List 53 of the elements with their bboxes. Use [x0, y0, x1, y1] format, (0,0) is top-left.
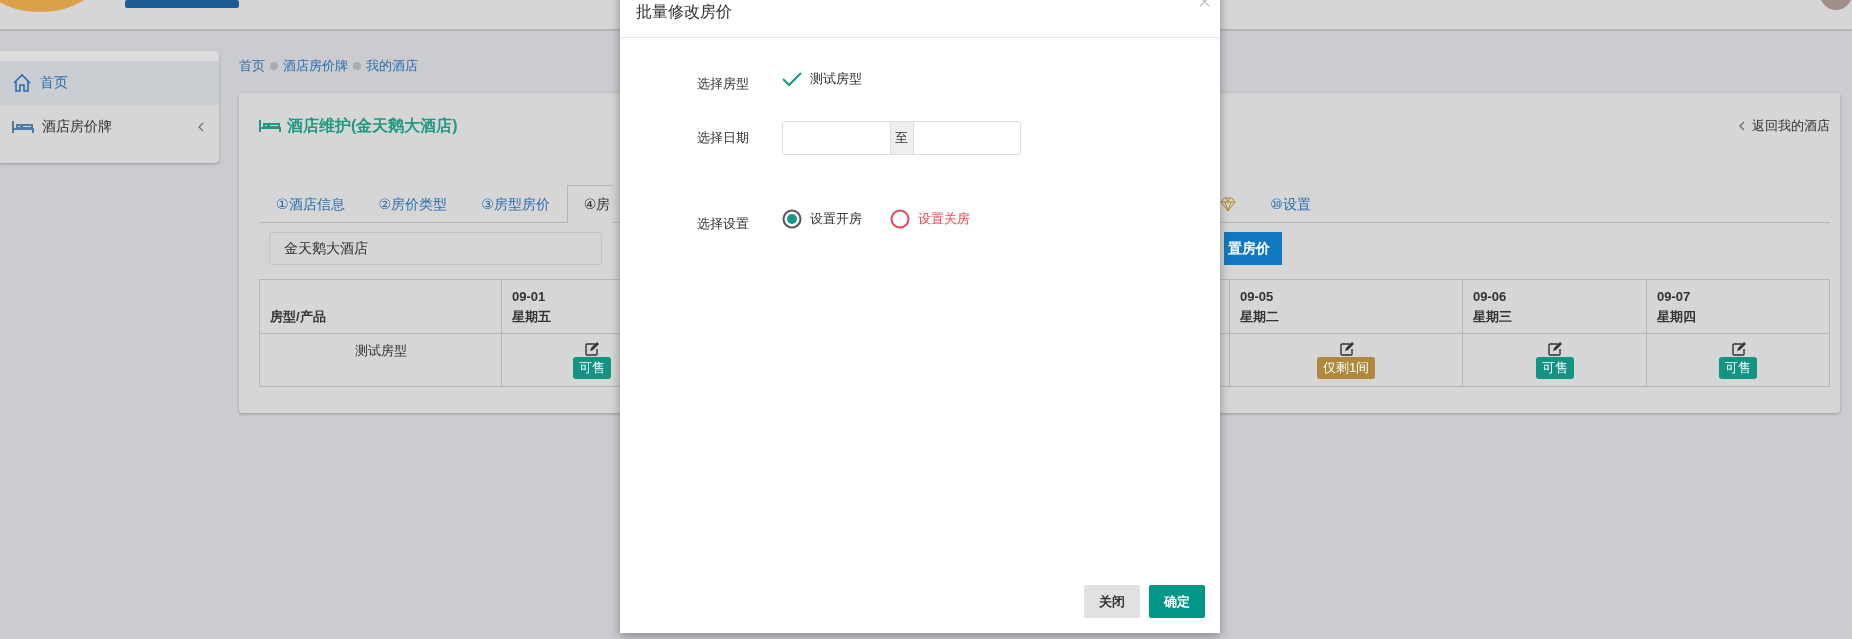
breadcrumb-link[interactable]: 酒店房价牌	[283, 57, 348, 75]
field-label: 选择房型	[697, 75, 750, 93]
bed-icon	[12, 120, 34, 134]
back-link[interactable]: 返回我的酒店	[1752, 117, 1830, 135]
tab[interactable]: ③房型房价	[464, 185, 567, 223]
column-date: 09-05	[1240, 288, 1275, 306]
sidebar-label: 首页	[40, 74, 69, 92]
column-date: 09-01	[512, 288, 547, 306]
breadcrumb-link[interactable]: 我的酒店	[366, 57, 418, 75]
tab[interactable]: ②房价类型	[361, 185, 465, 223]
status-badge[interactable]: 可售	[1535, 357, 1574, 379]
room-type: 测试房型	[354, 343, 407, 358]
sidebar-item[interactable]: 酒店房价牌	[0, 105, 219, 149]
column-date: 09-06	[1473, 288, 1508, 306]
bed-icon	[259, 119, 281, 133]
column-header: 房型/产品	[270, 308, 327, 326]
field-label: 选择日期	[697, 129, 750, 147]
column-weekday: 星期五	[512, 308, 552, 326]
column-weekday: 星期三	[1473, 308, 1513, 326]
separator-dot	[353, 62, 361, 70]
close-button[interactable]: 关闭	[1084, 585, 1140, 618]
separator-dot	[270, 62, 278, 70]
column-date: 09-07	[1657, 288, 1692, 306]
chevron-icon	[1739, 121, 1746, 131]
avatar	[1818, 0, 1852, 11]
sidebar-item[interactable]: 首页	[0, 61, 219, 105]
column-weekday: 星期二	[1240, 308, 1280, 326]
edit-icon	[1338, 342, 1354, 356]
dialog-title: 批量修改房价	[636, 2, 732, 22]
status-badge[interactable]: 可售	[572, 357, 611, 379]
status-badge[interactable]: 仅剩1间	[1316, 357, 1376, 379]
room-type-checkbox[interactable]: 测试房型	[782, 69, 862, 88]
tab[interactable]: ①酒店信息	[259, 185, 362, 223]
edit-icon	[1730, 342, 1746, 356]
tab[interactable]: ④房	[566, 185, 614, 223]
field-label: 选择设置	[697, 215, 750, 233]
radio-option[interactable]: 设置开房	[782, 209, 862, 229]
confirm-button[interactable]: 确定	[1149, 585, 1205, 618]
radio-label: 设置关房	[918, 210, 970, 228]
tab[interactable]: ⑩设置	[1253, 185, 1328, 223]
diamond-icon	[1220, 197, 1237, 212]
hotel-select[interactable]: 金天鹅大酒店	[269, 232, 602, 265]
breadcrumb-link[interactable]: 首页	[239, 57, 265, 75]
panel-title: 酒店维护(金天鹅大酒店)	[287, 115, 459, 136]
edit-icon	[584, 342, 599, 356]
status-badge[interactable]: 可售	[1719, 357, 1757, 379]
radio-option[interactable]: 设置关房	[890, 209, 970, 229]
column-weekday: 星期四	[1657, 308, 1697, 326]
radio-label: 设置开房	[810, 210, 862, 228]
sidebar-label: 酒店房价牌	[42, 118, 113, 136]
edit-icon	[1547, 342, 1562, 356]
set-price-button[interactable]: 置房价	[1224, 232, 1282, 265]
home-icon	[12, 73, 32, 93]
